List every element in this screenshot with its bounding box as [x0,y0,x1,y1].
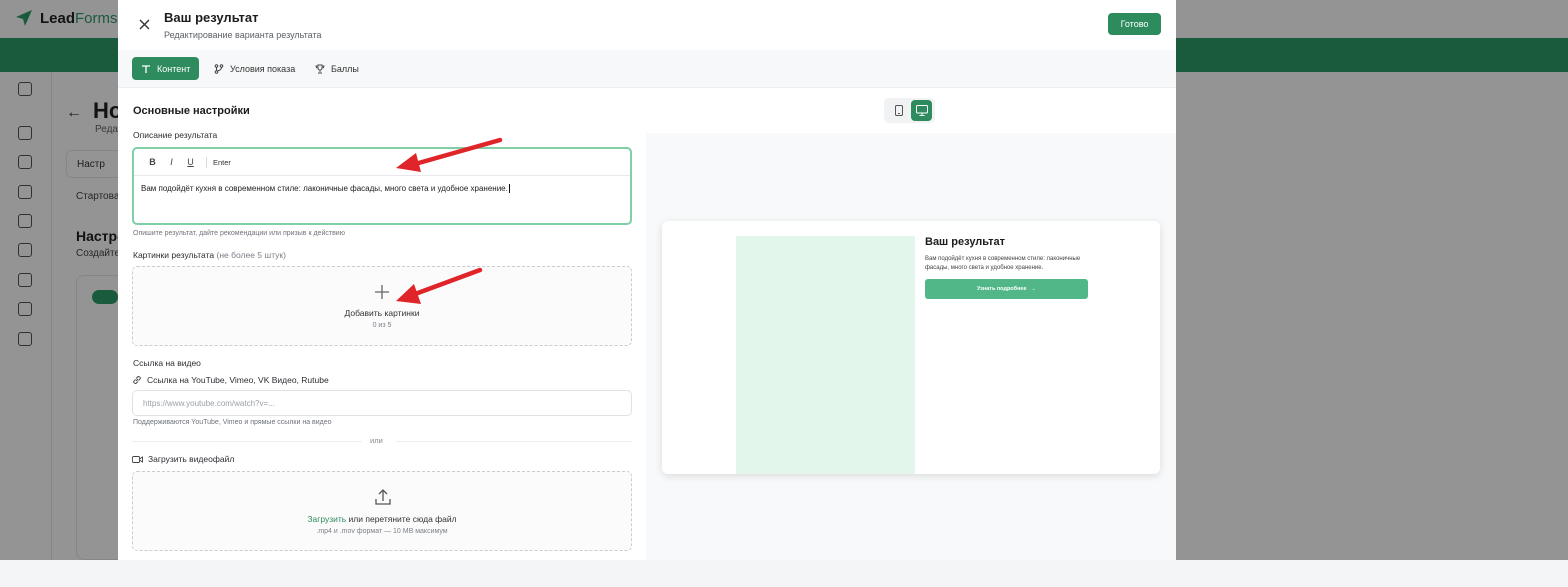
upload-link[interactable]: Загрузить [307,514,346,524]
or-line-left [132,441,362,442]
or-text: или [370,436,383,445]
bold-button[interactable]: B [143,154,162,171]
video-url-input[interactable] [132,390,632,416]
enter-button[interactable]: Enter [213,158,231,167]
toolbar-divider [206,156,207,168]
video-hint: Поддерживаются YouTube, Vimeo и прямые с… [133,419,332,426]
mobile-view-button[interactable] [888,100,909,121]
bottom-strip [0,560,1568,587]
content-form: Основные настройки Описание результата B… [132,88,632,560]
text-icon [142,64,150,73]
tab-conditions-label: Условия показа [230,63,296,74]
modal-subtitle: Редактирование варианта результата [164,30,322,40]
description-editor[interactable]: B I U Enter Вам подойдёт кухня в совреме… [132,147,632,225]
description-label: Описание результата [133,130,218,140]
description-text[interactable]: Вам подойдёт кухня в современном стиле: … [141,184,510,194]
italic-button[interactable]: I [162,154,181,171]
images-count: 0 из 5 [372,322,392,329]
modal-header: Ваш результат Редактирование варианта ре… [118,0,1176,50]
text-caret [508,184,510,194]
arrow-right-icon: → [1030,286,1037,292]
desktop-view-button[interactable] [911,100,932,121]
images-label-text: Картинки результата [133,250,215,260]
video-label: Ссылка на видео [133,358,201,368]
done-button[interactable]: Готово [1108,13,1161,35]
upload-rest: или перетяните сюда файл [346,514,457,524]
section-title: Основные настройки [133,105,250,117]
desktop-icon [915,105,928,116]
video-link-row: Ссылка на YouTube, Vimeo, VK Видео, Rutu… [132,375,329,385]
tabs-bar: Контент Условия показа Баллы [118,50,1176,88]
close-icon[interactable] [135,15,153,33]
upload-video-label: Загрузить видеофайл [148,454,235,464]
preview-card: Ваш результат Вам подойдёт кухня в совре… [662,221,1160,474]
video-link-label: Ссылка на YouTube, Vimeo, VK Видео, Rutu… [147,375,329,385]
tab-conditions[interactable]: Условия показа [205,57,304,80]
upload-formats: .mp4 и .mov формат — 10 MB максимум [316,528,448,535]
images-label: Картинки результата (не более 5 штук) [133,250,286,260]
upload-video-row: Загрузить видеофайл [132,454,234,464]
editor-toolbar: B I U Enter [134,149,630,176]
description-value: Вам подойдёт кухня в современном стиле: … [141,184,508,193]
tab-content[interactable]: Контент [132,57,200,80]
upload-instructions: Загрузить или перетяните сюда файл [133,514,631,524]
preview-title: Ваш результат [925,236,1005,248]
video-dropzone[interactable]: Загрузить или перетяните сюда файл .mp4 … [132,471,632,551]
tab-points[interactable]: Баллы [306,57,368,80]
images-dropzone[interactable]: Добавить картинки 0 из 5 [132,266,632,346]
link-icon [133,376,141,384]
preview-button-label: Узнать подробнее [976,286,1027,292]
tab-content-label: Контент [157,63,191,74]
images-label-limit: (не более 5 штук) [216,250,286,260]
tab-points-label: Баллы [331,63,359,74]
description-hint: Опишите результат, дайте рекомендации ил… [133,230,345,237]
video-camera-icon [132,455,143,463]
plus-icon [375,285,389,299]
mobile-icon [894,105,903,116]
device-toggle [884,98,935,123]
preview-description: Вам подойдёт кухня в современном стиле: … [925,256,1081,271]
preview-image-placeholder [736,236,915,474]
result-modal: Ваш результат Редактирование варианта ре… [118,0,1176,560]
trophy-icon [315,64,325,73]
underline-button[interactable]: U [181,154,200,171]
branch-icon [214,63,224,74]
add-images-label: Добавить картинки [344,308,420,318]
or-divider: или [132,436,632,446]
upload-icon [375,489,391,505]
or-line-right [396,441,632,442]
preview-more-button[interactable]: Узнать подробнее → [925,279,1088,299]
modal-title: Ваш результат [164,10,259,25]
